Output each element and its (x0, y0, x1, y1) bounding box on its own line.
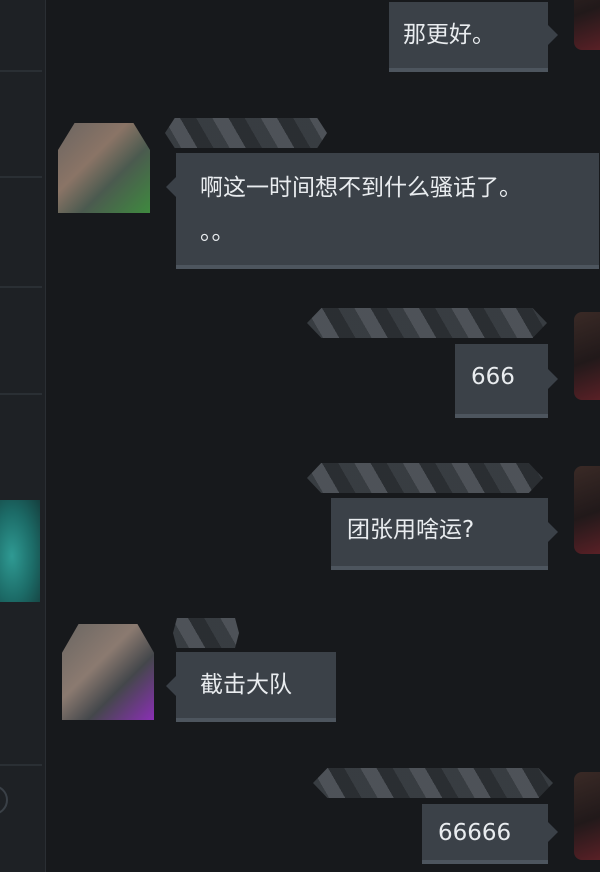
message-text: 。。 (200, 219, 235, 245)
username-blurred (307, 308, 547, 338)
message-text: 那更好。 (403, 22, 495, 48)
message-text: 截击大队 (200, 672, 292, 698)
sidebar-divider (0, 393, 42, 395)
sidebar-divider (0, 764, 42, 766)
message-text: 啊这一时间想不到什么骚话了。 (200, 175, 522, 201)
avatar[interactable] (574, 312, 600, 400)
username-blurred (173, 618, 239, 648)
message-bubble[interactable]: 团张用啥运? (331, 498, 558, 570)
message-text: 团张用啥运? (347, 517, 475, 543)
message-text: 666 (471, 364, 515, 390)
sidebar-circle-button[interactable] (0, 785, 8, 815)
message-text: 66666 (438, 820, 512, 846)
sidebar-active-item[interactable] (0, 500, 40, 602)
avatar[interactable] (574, 772, 600, 860)
message-bubble[interactable]: 那更好。 (389, 2, 558, 72)
avatar[interactable] (62, 624, 154, 720)
chat-area: 那更好。 啊这一时间想不到什么骚话了。 。。 666 团张用啥运? 截击大队 6… (45, 0, 600, 872)
sidebar-divider (0, 70, 42, 72)
message-bubble[interactable]: 666 (455, 344, 558, 418)
avatar[interactable] (574, 466, 600, 554)
sidebar-divider (0, 286, 42, 288)
message-bubble[interactable]: 啊这一时间想不到什么骚话了。 。。 (166, 153, 599, 269)
username-blurred (313, 768, 553, 798)
avatar[interactable] (58, 123, 150, 213)
message-bubble[interactable]: 截击大队 (166, 652, 336, 722)
username-blurred (307, 463, 543, 493)
avatar[interactable] (574, 0, 600, 50)
sidebar (0, 0, 46, 872)
message-bubble[interactable]: 66666 (422, 804, 558, 864)
username-blurred (165, 118, 327, 148)
sidebar-divider (0, 176, 42, 178)
